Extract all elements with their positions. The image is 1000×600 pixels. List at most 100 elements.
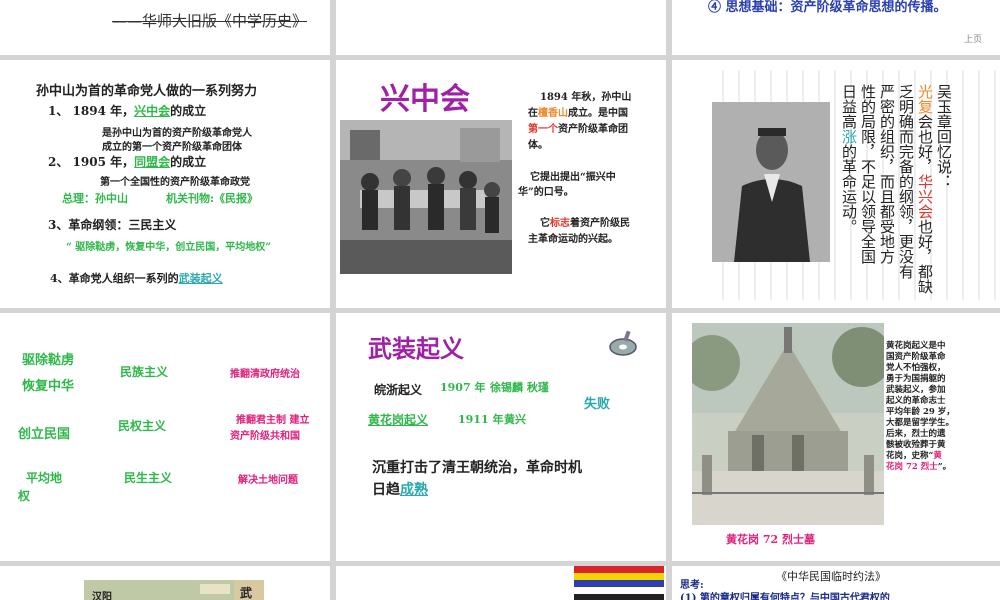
slide-5: 兴中会 1894 年秋，孙中山 在檀香山成立。是中国 第一个资产阶级革命团 体。… <box>336 60 666 308</box>
slogan-4: 平均地 <box>26 471 63 485</box>
journal: 机关刊物:《民报》 <box>166 192 259 205</box>
sun-yatsen-portrait <box>712 102 830 262</box>
xz-place: 檀香山 <box>538 108 568 119</box>
summary-link[interactable]: 成熟 <box>400 482 428 498</box>
quote-columns: 吴玉章回忆说： 光复会也好，华兴会也好，都缺 乏明确而完备的纲领，更没有 严密的… <box>840 84 953 294</box>
item1: 1、 1894 年，兴中会的成立 <box>48 102 206 119</box>
item1-prefix: 1、 1894 年， <box>48 104 135 118</box>
leader: 总理：孙中山 <box>62 192 128 205</box>
slogan-3: 创立民国 <box>18 427 71 442</box>
xz-line7-pre: 它 <box>540 218 550 229</box>
quote-col-2: 光复会也好，华兴会也好，都缺 <box>916 84 934 294</box>
gear-icon <box>609 330 637 356</box>
slide-3: ④ 思想基础：资产阶级革命思想的传播。 上页 <box>672 0 1000 55</box>
hgg-line: 黄花岗起义是中 <box>886 341 946 351</box>
item4: 4、革命党人组织一系列的武装起义 <box>50 270 223 286</box>
slide-4-title: 孙中山为首的革命党人做的一系列努力 <box>36 84 258 99</box>
constitution-title: 《中华民国临时约法》 <box>776 570 886 583</box>
xz-line8: 主革命运动的兴起。 <box>528 234 618 245</box>
xz-line1: 1894 年秋，孙中山 <box>540 92 632 103</box>
slide-9: 黄花岗起义是中 国资产阶级革命 党人不怕强权， 勇于为国捐躯的 武装起义，参加 … <box>672 313 1000 561</box>
flag-stripe-black <box>574 594 664 600</box>
flag-image <box>574 566 664 600</box>
hgg-line: 后来，烈士的遗 <box>886 429 946 439</box>
item2: 2、 1905 年，同盟会的成立 <box>48 153 206 170</box>
hgg-line: 大都是留学学生。 <box>886 418 955 428</box>
question-1: (1) 第的章权归属有何特点？与中国古代君权的 <box>680 593 890 600</box>
flag-stripe-white <box>574 587 664 594</box>
xz-line3-post: 资产阶级革命团 <box>558 124 628 135</box>
item2-org-link[interactable]: 同盟会 <box>134 155 170 169</box>
hgg-highlight: 花岗 72 烈士 <box>886 462 938 472</box>
summary-b: 日趋成熟 <box>372 479 428 499</box>
item1-org-link[interactable]: 兴中会 <box>134 104 170 118</box>
tomb-caption: 黄花岗 72 烈士墓 <box>726 533 815 546</box>
item4-prefix: 4、革命党人组织一系列的 <box>50 272 179 285</box>
xz-mark: 标志 <box>550 218 570 229</box>
flag-stripe-yellow <box>574 573 664 580</box>
r2-name[interactable]: 黄花岗起义 <box>368 411 428 428</box>
quote-col-1: 吴玉章回忆说： <box>935 84 953 189</box>
xz-line5: 它提出提出“振兴中 <box>530 172 616 183</box>
slide-8-title: 武装起义 <box>368 335 464 363</box>
xz-line2: 在檀香山成立。是中国 <box>528 104 628 119</box>
item1-desc-b: 成立的第一个资产阶级革命团体 <box>102 142 242 153</box>
summary-b-pre: 日趋 <box>372 482 400 498</box>
slide-3-page-link[interactable]: 上页 <box>964 32 982 45</box>
xz-line2-pre: 在 <box>528 108 538 119</box>
xz-line3: 第一个资产阶级革命团 <box>528 120 628 135</box>
principle-3: 民生主义 <box>124 471 173 485</box>
tomb-photo <box>692 323 884 525</box>
slide-1-header: ——华师大旧版《中学历史》 <box>112 12 308 30</box>
hgg-line: 骸被收殓葬于黄 <box>886 440 946 450</box>
hgg-line: 花岗，史称“黄 <box>886 451 942 461</box>
xz-line4: 体。 <box>528 140 548 151</box>
slogan-2: 恢复中华 <box>22 379 75 394</box>
goal-1: 推翻清政府统治 <box>230 369 300 380</box>
item4-link[interactable]: 武装起义 <box>179 272 223 285</box>
quote-col-6: 日益高涨的革命运动。 <box>840 84 858 234</box>
item1-suffix: 的成立 <box>170 104 207 118</box>
summary-a: 沉重打击了清王朝统治，革命时机 <box>372 460 582 476</box>
map-label-hanyang: 汉阳 <box>92 592 112 600</box>
hgg-line: 起义的革命志士 <box>886 396 946 406</box>
q-guangfu: 光复 <box>916 84 934 114</box>
item2-prefix: 2、 1905 年， <box>48 155 135 169</box>
q-huaxing: 华兴会 <box>916 174 934 219</box>
r2-year: 1911 年 <box>458 413 504 426</box>
map-label-wu: 武 <box>240 586 253 600</box>
hgg-line: 花岗 72 烈士”。 <box>886 462 952 472</box>
hgg-line: 武装起义，参加 <box>886 385 946 395</box>
xz-first: 第一个 <box>528 124 558 135</box>
slide-12: 《中华民国临时约法》 思考: (1) 第的章权归属有何特点？与中国古代君权的 <box>672 566 1000 600</box>
slide-8: 武装起义 皖浙起义 1907 年 徐锡麟 秋瑾 失败 黄花岗起义 1911 年 … <box>336 313 666 561</box>
slide-5-title: 兴中会 <box>380 82 470 117</box>
flag-stripe-blue <box>574 580 664 587</box>
xz-line7: 它标志着资产阶级民 <box>540 214 630 229</box>
r1-year: 1907 年 <box>440 381 486 394</box>
slide-6: 吴玉章回忆说： 光复会也好，华兴会也好，都缺 乏明确而完备的纲领，更没有 严密的… <box>672 60 1000 308</box>
slide-2 <box>336 0 666 55</box>
goal-3: 解决土地问题 <box>238 475 298 486</box>
item2-suffix: 的成立 <box>170 155 207 169</box>
slide-7: 驱除鞑虏 恢复中华 民族主义 推翻清政府统治 创立民国 民权主义 推翻君主制 建… <box>0 313 330 561</box>
principle-2: 民权主义 <box>118 419 167 433</box>
slide-3-point: ④ 思想基础：资产阶级革命思想的传播。 <box>708 0 947 15</box>
xz-line7-post: 着资产阶级民 <box>570 218 630 229</box>
meeting-photo <box>340 120 512 274</box>
r2-people: 黄兴 <box>504 413 526 426</box>
xz-line2-post: 成立。是中国 <box>568 108 628 119</box>
slide-1: ——华师大旧版《中学历史》 <box>0 0 330 55</box>
slide-10: 汉阳 武 <box>0 566 330 600</box>
xz-line6: 华”的口号。 <box>518 187 574 198</box>
r1-people: 徐锡麟 秋瑾 <box>490 381 549 394</box>
quote-col-4: 严密的组织，而且都受地方 <box>878 84 896 264</box>
quote-col-5: 性的局限，不足以领导全国 <box>859 84 877 264</box>
q-gaozhang: 涨 <box>840 129 858 144</box>
item3: 3、革命纲领：三民主义 <box>48 218 177 232</box>
slide-4: 孙中山为首的革命党人做的一系列努力 1、 1894 年，兴中会的成立 是孙中山为… <box>0 60 330 308</box>
principle-1: 民族主义 <box>120 365 169 379</box>
item2-desc: 第一个全国性的资产阶级革命政党 <box>100 177 250 188</box>
hgg-line: 勇于为国捐躯的 <box>886 374 946 384</box>
item1-desc-a: 是孙中山为首的资产阶级革命党人 <box>102 128 252 139</box>
